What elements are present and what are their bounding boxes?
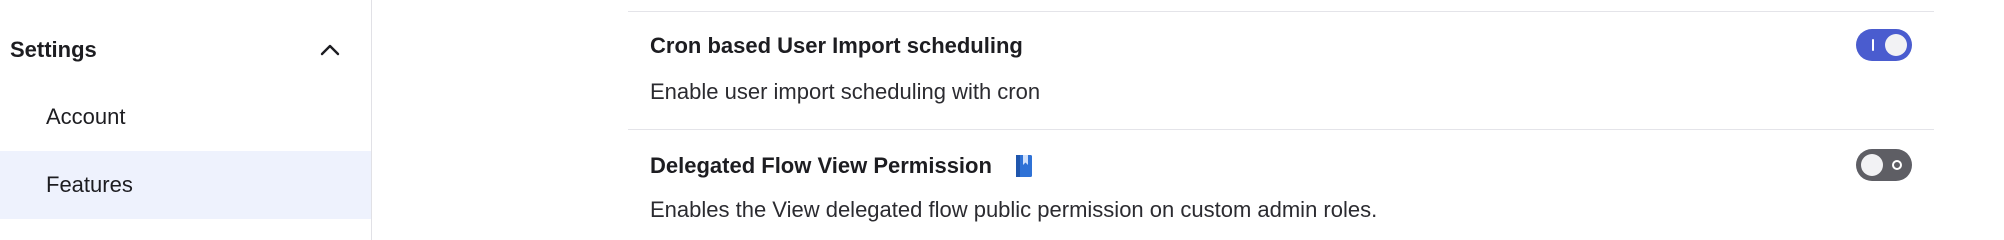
toggle-knob: [1885, 34, 1907, 56]
sidebar-item-account[interactable]: Account: [0, 83, 371, 151]
sidebar: Settings Account Features: [0, 0, 372, 240]
cron-user-import-toggle[interactable]: [1856, 29, 1912, 61]
settings-section-toggle[interactable]: Settings: [0, 24, 372, 76]
setting-title: Delegated Flow View Permission: [650, 153, 1034, 179]
sidebar-item-features[interactable]: Features: [0, 151, 371, 219]
setting-description: Enables the View delegated flow public p…: [650, 197, 1378, 222]
sidebar-item-label: Account: [46, 104, 126, 129]
book-icon[interactable]: [1014, 154, 1034, 178]
setting-row-delegated-flow-view: Delegated Flow View Permission Enables t…: [628, 130, 1934, 240]
toggle-on-mark: [1872, 39, 1874, 51]
chevron-up-icon[interactable]: [318, 38, 342, 62]
main-content: Cron based User Import scheduling Enable…: [372, 0, 2004, 240]
setting-title: Cron based User Import scheduling: [650, 33, 1023, 59]
setting-title-text: Cron based User Import scheduling: [650, 33, 1023, 58]
toggle-knob: [1861, 154, 1883, 176]
setting-title-text: Delegated Flow View Permission: [650, 153, 992, 178]
toggle-off-mark: [1892, 160, 1902, 170]
sidebar-item-label: Features: [46, 172, 133, 197]
feature-settings-list: Cron based User Import scheduling Enable…: [628, 0, 1934, 240]
sidebar-section-title: Settings: [10, 37, 97, 62]
delegated-flow-view-toggle[interactable]: [1856, 149, 1912, 181]
setting-description: Enable user import scheduling with cron: [650, 79, 1041, 104]
settings-page: Settings Account Features Cron based Use…: [0, 0, 2004, 240]
setting-row-cron-user-import: Cron based User Import scheduling Enable…: [628, 12, 1934, 129]
